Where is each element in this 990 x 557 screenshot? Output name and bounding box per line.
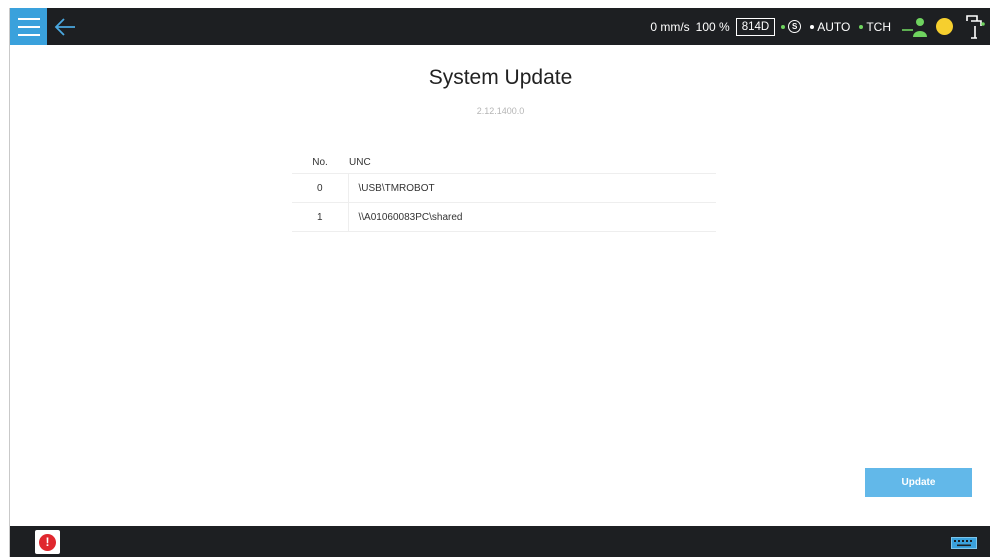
mode-code-badge: 814D [735, 17, 776, 36]
indicator-dot [810, 24, 815, 29]
column-header-unc: UNC [348, 152, 716, 174]
unc-path: \USB\TMROBOT [348, 173, 716, 203]
indicator-dot [859, 24, 864, 29]
error-icon[interactable]: ! [35, 530, 60, 554]
row-number: 1 [292, 202, 349, 232]
auto-indicator: AUTO [810, 20, 850, 34]
auto-label: AUTO [817, 19, 851, 34]
app-window: 0 mm/s 100 % 814D S AUTO TCH System Upda… [9, 8, 990, 557]
robot-arm-icon[interactable] [963, 12, 985, 42]
table-header-row: No. UNC [292, 152, 716, 174]
status-light-icon[interactable] [936, 18, 953, 35]
safety-indicator: S [781, 20, 802, 33]
unc-table: No. UNC 0 \USB\TMROBOT 1 \\A01060083PC\s… [292, 152, 716, 232]
status-area: 0 mm/s 100 % 814D S AUTO TCH [650, 8, 990, 45]
keyboard-icon[interactable] [951, 537, 977, 549]
tch-indicator: TCH [859, 20, 891, 34]
indicator-dot [781, 24, 786, 29]
update-button[interactable]: Update [865, 468, 972, 497]
speed-percent: 100 % [695, 19, 730, 34]
back-arrow-icon[interactable] [53, 17, 77, 37]
safety-s-icon: S [788, 20, 802, 33]
hamburger-icon[interactable] [10, 8, 47, 45]
column-header-no: No. [292, 152, 348, 174]
unc-path: \\A01060083PC\shared [348, 202, 716, 232]
tch-label: TCH [866, 19, 891, 34]
bottom-bar: ! [10, 526, 990, 557]
table-row[interactable]: 0 \USB\TMROBOT [292, 173, 716, 203]
speed-readout: 0 mm/s [650, 19, 690, 34]
version-label: 2.12.1400.0 [476, 106, 525, 116]
row-number: 0 [292, 173, 349, 203]
table-row[interactable]: 1 \\A01060083PC\shared [292, 202, 716, 232]
user-status-icon[interactable] [900, 15, 930, 39]
page-title: System Update [428, 66, 573, 89]
top-bar: 0 mm/s 100 % 814D S AUTO TCH [10, 8, 990, 45]
